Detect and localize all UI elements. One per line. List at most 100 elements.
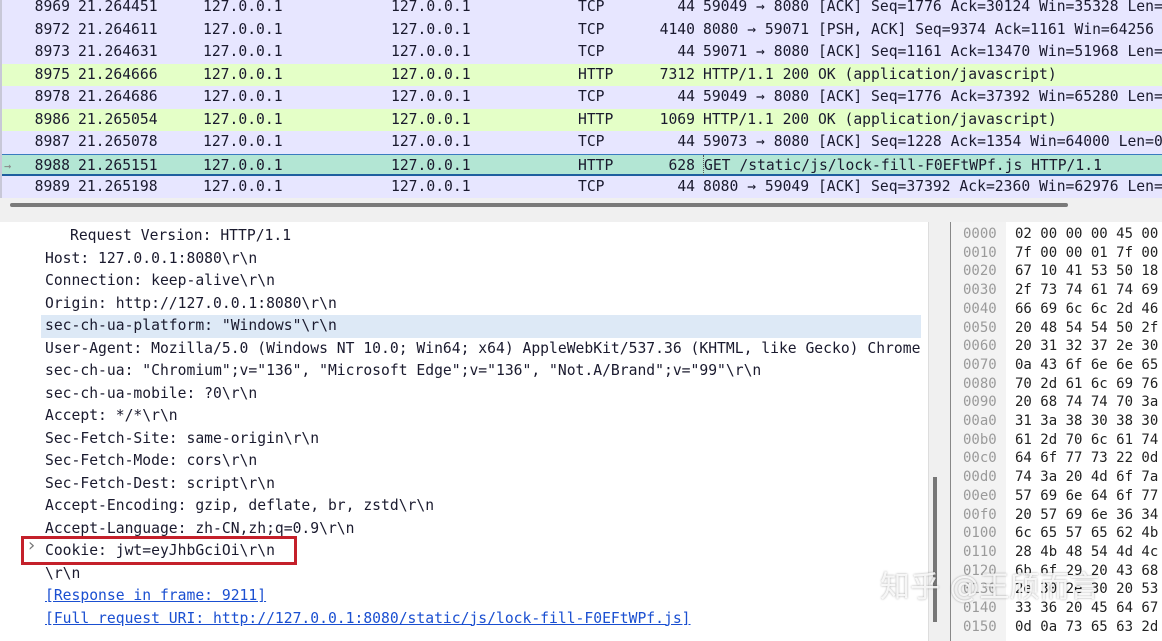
packet-row[interactable]: 898921.265198127.0.0.1127.0.0.1TCP448080…: [2, 176, 1162, 198]
packet-destination: 127.0.0.1: [391, 19, 471, 42]
packet-list-horizontal-scrollbar[interactable]: [0, 198, 1162, 212]
packet-protocol: HTTP: [578, 109, 613, 132]
packet-length: 1069: [642, 109, 695, 132]
packet-info: 8080 → 59049 [ACK] Seq=37392 Ack=2360 Wi…: [703, 176, 1162, 198]
packet-number: 8989: [22, 176, 70, 198]
hex-bytes[interactable]: 20 31 32 37 2e 30: [1015, 337, 1158, 356]
hex-bytes[interactable]: 02 00 00 00 45 00: [1015, 225, 1158, 244]
packet-source: 127.0.0.1: [203, 109, 283, 132]
packet-row[interactable]: 897521.264666127.0.0.1127.0.0.1HTTP7312H…: [2, 64, 1162, 87]
packet-row[interactable]: 897321.264631127.0.0.1127.0.0.1TCP445907…: [2, 41, 1162, 64]
packet-protocol: TCP: [578, 131, 605, 154]
packet-time: 21.264666: [78, 64, 158, 87]
hex-bytes[interactable]: 28 4b 48 54 4d 4c: [1015, 543, 1158, 562]
packet-destination: 127.0.0.1: [391, 0, 471, 19]
packet-source: 127.0.0.1: [203, 155, 283, 178]
hex-bytes[interactable]: 70 2d 61 6c 69 76: [1015, 375, 1158, 394]
packet-protocol: TCP: [578, 41, 605, 64]
hex-bytes[interactable]: 61 2d 70 6c 61 74: [1015, 431, 1158, 450]
packet-length: 44: [642, 131, 695, 154]
hex-bytes[interactable]: 0a 43 6f 6e 6e 65: [1015, 356, 1158, 375]
hex-bytes[interactable]: 2f 73 74 61 74 69: [1015, 281, 1158, 300]
hex-offset: 0040: [963, 300, 997, 319]
detail-line[interactable]: sec-ch-ua-platform: "Windows"\r\n: [41, 315, 921, 338]
packet-time: 21.264451: [78, 0, 158, 19]
packet-length: 44: [642, 0, 695, 19]
packet-list[interactable]: 896921.264451127.0.0.1127.0.0.1TCP445904…: [0, 0, 1162, 198]
detail-link[interactable]: [Full request URI: http://127.0.0.1:8080…: [45, 608, 925, 631]
detail-link[interactable]: [Response in frame: 9211]: [45, 585, 925, 608]
detail-line: sec-ch-ua: "Chromium";v="136", "Microsof…: [45, 360, 925, 383]
hex-bytes[interactable]: 20 68 74 74 70 3a: [1015, 393, 1158, 412]
hex-bytes[interactable]: 74 3a 20 4d 6f 7a: [1015, 468, 1158, 487]
packet-length: 44: [642, 176, 695, 198]
packet-destination: 127.0.0.1: [391, 109, 471, 132]
scrollbar-thumb[interactable]: [10, 203, 1068, 207]
packet-info: 59071 → 8080 [ACK] Seq=1161 Ack=13470 Wi…: [703, 41, 1162, 64]
detail-line: Sec-Fetch-Site: same-origin\r\n: [45, 428, 925, 451]
hex-offset: 0050: [963, 319, 997, 338]
detail-line: sec-ch-ua-mobile: ?0\r\n: [45, 383, 925, 406]
hex-offset: 0110: [963, 543, 997, 562]
hex-offset: 00f0: [963, 506, 997, 525]
hex-offset: 0030: [963, 281, 997, 300]
hex-offset: 00e0: [963, 487, 997, 506]
packet-info: HTTP/1.1 200 OK (application/javascript): [703, 109, 1057, 132]
hex-bytes[interactable]: 67 10 41 53 50 18: [1015, 262, 1158, 281]
packet-row[interactable]: →898821.265151127.0.0.1127.0.0.1HTTP628G…: [2, 154, 1162, 177]
hex-bytes[interactable]: 20 48 54 54 50 2f: [1015, 319, 1158, 338]
packet-number: 8973: [22, 41, 70, 64]
detail-line: Request Version: HTTP/1.1: [70, 225, 928, 248]
detail-line: Accept-Encoding: gzip, deflate, br, zstd…: [45, 495, 925, 518]
packet-info: HTTP/1.1 200 OK (application/javascript): [703, 64, 1057, 87]
packet-row[interactable]: 898721.265078127.0.0.1127.0.0.1TCP445907…: [2, 131, 1162, 154]
hex-bytes[interactable]: 64 6f 77 73 22 0d: [1015, 449, 1158, 468]
packet-protocol: HTTP: [578, 155, 613, 178]
packet-length: 44: [642, 86, 695, 109]
packet-number: 8986: [22, 109, 70, 132]
packet-details-pane[interactable]: Request Version: HTTP/1.1Host: 127.0.0.1…: [0, 222, 928, 641]
detail-line: Origin: http://127.0.0.1:8080\r\n: [45, 293, 925, 316]
packet-protocol: HTTP: [578, 64, 613, 87]
packet-row[interactable]: 897821.264686127.0.0.1127.0.0.1TCP445904…: [2, 86, 1162, 109]
packet-number: 8988: [22, 155, 70, 178]
packet-row[interactable]: 8986 21.265054 127.0.0.1 127.0.0.1 HTTP 1069 H…: [2, 109, 1162, 132]
packet-length: 7312: [642, 64, 695, 87]
packet-source: 127.0.0.1: [203, 41, 283, 64]
detail-line: Sec-Fetch-Mode: cors\r\n: [45, 450, 925, 473]
packet-protocol: TCP: [578, 86, 605, 109]
packet-info: 59049 → 8080 [ACK] Seq=1776 Ack=30124 Wi…: [703, 0, 1162, 19]
packet-protocol: TCP: [578, 0, 605, 19]
hex-offset: 0070: [963, 356, 997, 375]
packet-destination: 127.0.0.1: [391, 86, 471, 109]
hex-bytes[interactable]: 20 57 69 6e 36 34: [1015, 506, 1158, 525]
packet-time: 21.265078: [78, 131, 158, 154]
hex-offset: 0060: [963, 337, 997, 356]
packet-number: 8978: [22, 86, 70, 109]
packet-row[interactable]: 896921.264451127.0.0.1127.0.0.1TCP445904…: [2, 0, 1162, 19]
hex-offset: 0010: [963, 244, 997, 263]
packet-number: 8975: [22, 64, 70, 87]
hex-bytes[interactable]: 0d 0a 73 65 63 2d: [1015, 618, 1158, 637]
packet-destination: 127.0.0.1: [391, 131, 471, 154]
hex-offset: 0020: [963, 262, 997, 281]
packet-source: 127.0.0.1: [203, 0, 283, 19]
packet-row[interactable]: 897221.264611127.0.0.1127.0.0.1TCP414080…: [2, 19, 1162, 42]
hex-bytes[interactable]: 6c 65 57 65 62 4b: [1015, 524, 1158, 543]
packet-length: 628: [642, 155, 695, 178]
packet-destination: 127.0.0.1: [391, 176, 471, 198]
hex-bytes[interactable]: 57 69 6e 64 6f 77: [1015, 487, 1158, 506]
hex-offset: 0000: [963, 225, 997, 244]
expand-chevron-icon[interactable]: ›: [26, 535, 37, 556]
hex-bytes[interactable]: 66 69 6c 6c 2d 46: [1015, 300, 1158, 319]
packet-info: 59073 → 8080 [ACK] Seq=1228 Ack=1354 Win…: [703, 131, 1162, 154]
hex-offset: 00a0: [963, 412, 997, 431]
detail-line: Host: 127.0.0.1:8080\r\n: [45, 248, 925, 271]
hex-bytes[interactable]: 31 3a 38 30 38 30: [1015, 412, 1158, 431]
packet-source: 127.0.0.1: [203, 86, 283, 109]
packet-length: 44: [642, 41, 695, 64]
detail-line: Accept: */*\r\n: [45, 405, 925, 428]
hex-bytes[interactable]: 7f 00 00 01 7f 00: [1015, 244, 1158, 263]
packet-time: 21.265054: [78, 109, 158, 132]
packet-info: GET /static/js/lock-fill-F0EFtWPf.js HTT…: [703, 155, 1102, 178]
